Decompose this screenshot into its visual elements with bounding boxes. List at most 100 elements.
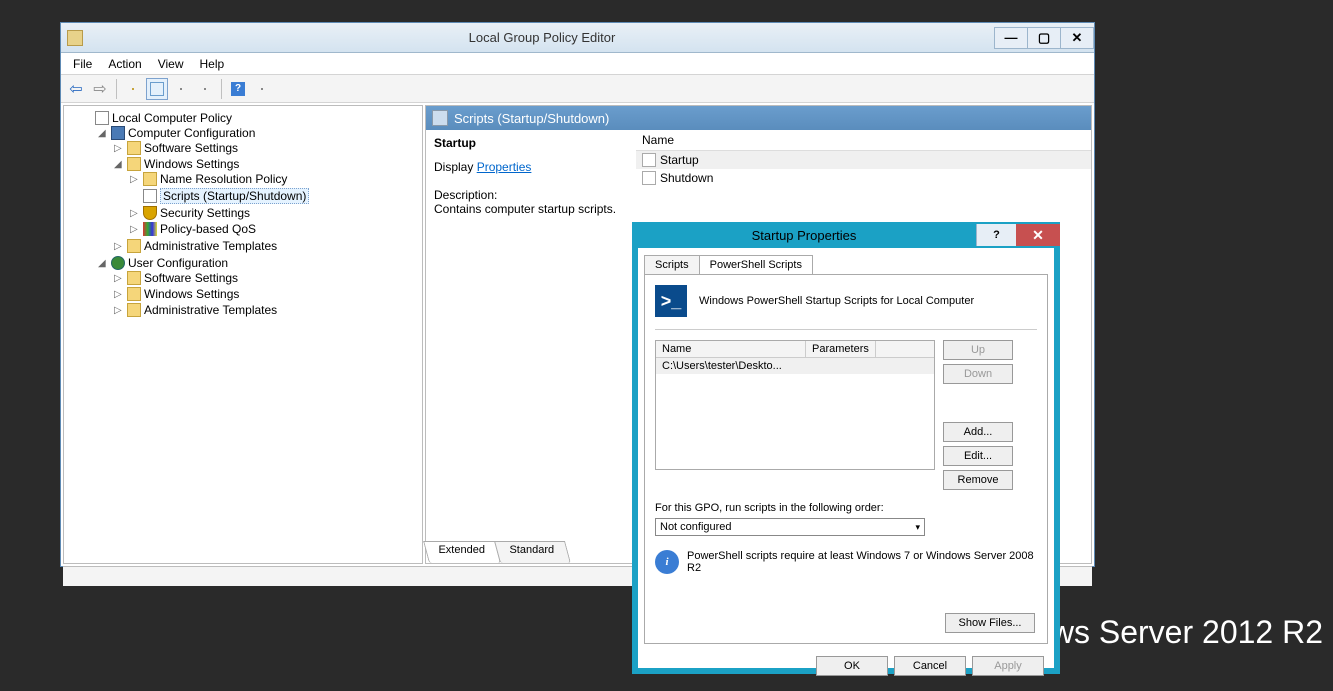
tool-export[interactable]: [194, 78, 216, 100]
tree-uc-admin[interactable]: ▷Administrative Templates: [114, 303, 420, 317]
folder-icon: [143, 172, 157, 186]
extra-icon: [261, 88, 263, 90]
tree-label: Windows Settings: [144, 287, 239, 301]
arrow-left-icon: ⇦: [69, 79, 82, 99]
col-name[interactable]: Name: [656, 341, 806, 357]
tree-root[interactable]: Local Computer Policy: [82, 111, 420, 125]
tree-uc-windows[interactable]: ▷Windows Settings: [114, 287, 420, 301]
list-item-shutdown[interactable]: Shutdown: [636, 169, 1091, 187]
script-icon: [143, 189, 157, 203]
tree-computer-config[interactable]: ◢Computer Configuration: [98, 126, 420, 140]
arrow-right-icon: ⇨: [93, 79, 106, 99]
tree-cc-windows[interactable]: ◢Windows Settings: [114, 157, 420, 171]
menu-action[interactable]: Action: [100, 55, 149, 73]
tree-pane[interactable]: Local Computer Policy ◢Computer Configur…: [63, 105, 423, 564]
folder-icon: [127, 141, 141, 155]
menu-help[interactable]: Help: [192, 55, 233, 73]
info-text: PowerShell scripts require at least Wind…: [687, 550, 1037, 574]
app-icon: [67, 30, 83, 46]
startup-properties-dialog: Startup Properties ? ✕ Scripts PowerShel…: [632, 222, 1060, 674]
list-header[interactable]: Name: [636, 130, 1091, 151]
tree-label: Windows Settings: [144, 157, 239, 171]
tree-label: Computer Configuration: [128, 126, 255, 140]
tree-cc-nrp[interactable]: ▷Name Resolution Policy: [130, 172, 420, 186]
list-item-label: Shutdown: [660, 171, 713, 185]
folder-icon: [127, 239, 141, 253]
policy-icon: [95, 111, 109, 125]
tree-label: Policy-based QoS: [160, 222, 256, 236]
tab-scripts[interactable]: Scripts: [644, 255, 700, 275]
toolbar: ⇦ ⇨ ?: [61, 75, 1094, 103]
show-files-button[interactable]: Show Files...: [945, 613, 1035, 633]
tree-user-config[interactable]: ◢User Configuration: [98, 256, 420, 270]
tab-extended[interactable]: Extended: [423, 541, 501, 563]
minimize-button[interactable]: —: [994, 27, 1028, 49]
titlebar[interactable]: Local Group Policy Editor — ▢ ✕: [61, 23, 1094, 53]
list-item-startup[interactable]: Startup: [636, 151, 1091, 169]
selected-item-name: Startup: [434, 136, 628, 150]
tree-label: Administrative Templates: [144, 239, 277, 253]
tree-cc-qos[interactable]: ▷Policy-based QoS: [130, 222, 420, 236]
tree-label: Scripts (Startup/Shutdown): [160, 188, 309, 204]
menu-view[interactable]: View: [150, 55, 192, 73]
folder-icon: [132, 88, 134, 90]
edit-button[interactable]: Edit...: [943, 446, 1013, 466]
close-button[interactable]: ✕: [1060, 27, 1094, 49]
help-icon: ?: [231, 82, 245, 96]
tool-doc[interactable]: [170, 78, 192, 100]
tool-list[interactable]: [146, 78, 168, 100]
ps-header-text: Windows PowerShell Startup Scripts for L…: [699, 295, 974, 307]
scripts-table[interactable]: Name Parameters C:\Users\tester\Deskto..…: [655, 340, 935, 470]
bars-icon: [143, 222, 157, 236]
tree-label: Local Computer Policy: [112, 111, 232, 125]
window-title: Local Group Policy Editor: [89, 30, 995, 45]
chevron-down-icon: ▾: [915, 522, 920, 533]
add-button[interactable]: Add...: [943, 422, 1013, 442]
dialog-title: Startup Properties: [632, 228, 976, 243]
close-button[interactable]: ✕: [1016, 224, 1060, 246]
remove-button[interactable]: Remove: [943, 470, 1013, 490]
table-row[interactable]: C:\Users\tester\Deskto...: [656, 358, 934, 374]
folder-icon: [127, 271, 141, 285]
tab-standard[interactable]: Standard: [495, 541, 572, 563]
ok-button[interactable]: OK: [816, 656, 888, 676]
maximize-button[interactable]: ▢: [1027, 27, 1061, 49]
help-button[interactable]: ?: [976, 224, 1016, 246]
powershell-icon: >_: [655, 285, 687, 317]
up-button[interactable]: Up: [943, 340, 1013, 360]
description-text: Contains computer startup scripts.: [434, 202, 628, 216]
forward-button[interactable]: ⇨: [89, 78, 111, 100]
tree-label: Administrative Templates: [144, 303, 277, 317]
down-button[interactable]: Down: [943, 364, 1013, 384]
user-icon: [111, 256, 125, 270]
folder-icon: [127, 287, 141, 301]
col-parameters[interactable]: Parameters: [806, 341, 876, 357]
tree-label: User Configuration: [128, 256, 228, 270]
menu-file[interactable]: File: [65, 55, 100, 73]
menubar: File Action View Help: [61, 53, 1094, 75]
separator: [221, 79, 222, 99]
tree-cc-security[interactable]: ▷Security Settings: [130, 206, 420, 220]
tab-powershell-scripts[interactable]: PowerShell Scripts: [699, 255, 813, 275]
tool-help[interactable]: ?: [227, 78, 249, 100]
tree-label: Software Settings: [144, 141, 238, 155]
dialog-titlebar[interactable]: Startup Properties ? ✕: [632, 222, 1060, 248]
tree-cc-admin[interactable]: ▷Administrative Templates: [114, 239, 420, 253]
shield-icon: [143, 206, 157, 220]
tool-folder[interactable]: [122, 78, 144, 100]
export-icon: [204, 88, 206, 90]
cancel-button[interactable]: Cancel: [894, 656, 966, 676]
order-combobox[interactable]: Not configured ▾: [655, 518, 925, 536]
tree-cc-software[interactable]: ▷Software Settings: [114, 141, 420, 155]
tree-label: Security Settings: [160, 206, 250, 220]
display-label: Display: [434, 160, 477, 174]
tool-extra[interactable]: [251, 78, 273, 100]
apply-button[interactable]: Apply: [972, 656, 1044, 676]
properties-link[interactable]: Properties: [477, 160, 532, 174]
tree-uc-software[interactable]: ▷Software Settings: [114, 271, 420, 285]
tree-cc-scripts[interactable]: Scripts (Startup/Shutdown): [130, 188, 420, 204]
script-icon: [642, 171, 656, 185]
computer-icon: [111, 126, 125, 140]
folder-icon: [127, 157, 141, 171]
back-button[interactable]: ⇦: [65, 78, 87, 100]
